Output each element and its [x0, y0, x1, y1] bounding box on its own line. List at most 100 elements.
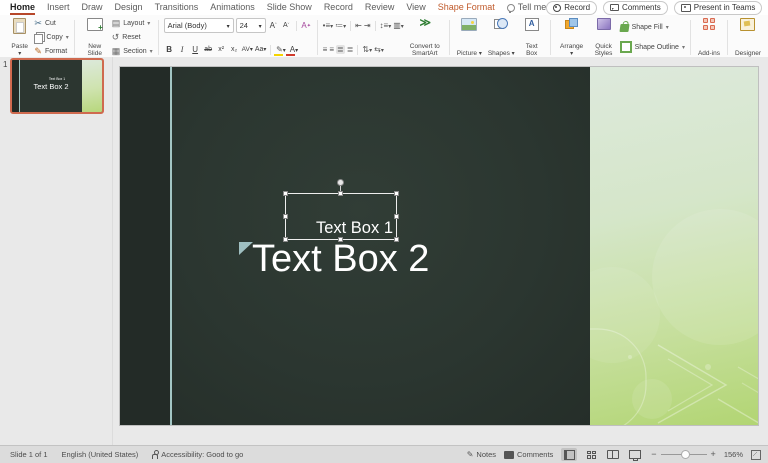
columns-button[interactable]: ▥ [393, 21, 404, 30]
layout-button[interactable]: ▤ Layout [112, 18, 153, 29]
tab-review[interactable]: Review [365, 0, 395, 15]
record-label: Record [564, 3, 590, 12]
change-case-button[interactable]: Aa [255, 44, 267, 56]
shapes-button[interactable]: Shapes [486, 17, 517, 58]
present-in-teams-button[interactable]: Present in Teams [674, 1, 763, 15]
resize-handle-se[interactable] [394, 237, 399, 242]
strikethrough-button[interactable]: ab [203, 44, 214, 56]
textbox-1-selection[interactable]: Text Box 1 [285, 193, 397, 240]
highlight-color-swatch [274, 54, 283, 56]
paste-button[interactable]: Paste [7, 17, 32, 58]
zoom-out-button[interactable]: − [651, 450, 656, 459]
reading-view-button[interactable] [605, 448, 621, 461]
textbox-2[interactable]: Text Box 2 [252, 238, 429, 281]
tab-design[interactable]: Design [115, 0, 143, 15]
resize-handle-n[interactable] [338, 191, 343, 196]
tab-slide-show[interactable]: Slide Show [267, 0, 312, 15]
highlight-color-button[interactable]: ✎ [275, 44, 286, 56]
numbering-button[interactable]: ≔ [335, 21, 346, 30]
slide-sorter-view-button[interactable] [583, 448, 599, 461]
section-button[interactable]: ▦ Section [112, 46, 153, 57]
notes-icon: ✎ [467, 451, 474, 459]
group-divider [550, 20, 551, 55]
tab-shape-format[interactable]: Shape Format [438, 0, 495, 15]
picture-button[interactable]: Picture [455, 17, 484, 58]
zoom-slider-knob[interactable] [681, 450, 690, 459]
line-spacing-button[interactable]: ↕≡ [380, 21, 392, 30]
font-size-select[interactable]: 24 [236, 18, 266, 33]
superscript-button[interactable]: x² [216, 44, 227, 56]
format-painter-button[interactable]: ✎ Format [34, 46, 68, 57]
cut-button[interactable]: ✂ Cut [34, 18, 68, 29]
shrink-font-button[interactable]: Aˇ [281, 20, 292, 32]
align-center-button[interactable]: ≡ [329, 45, 334, 54]
normal-view-button[interactable] [561, 448, 577, 461]
italic-button[interactable]: I [177, 44, 188, 56]
quick-styles-button[interactable]: Quick Styles [590, 17, 618, 58]
tab-view[interactable]: View [406, 0, 425, 15]
resize-handle-nw[interactable] [283, 191, 288, 196]
align-left-button[interactable]: ≡ [323, 45, 328, 54]
decrease-indent-button[interactable]: ⇤ [355, 21, 362, 30]
slide-show-icon [629, 450, 641, 459]
zoom-in-button[interactable]: + [711, 450, 716, 459]
convert-to-smartart-button[interactable]: ≫ Convert to SmartArt [406, 17, 444, 58]
shape-fill-button[interactable]: Shape Fill [620, 22, 685, 33]
bold-button[interactable]: B [164, 44, 175, 56]
clipboard-group: Paste ✂ Cut Copy ✎ Format [4, 17, 72, 58]
resize-handle-sw[interactable] [283, 237, 288, 242]
notes-button[interactable]: ✎ Notes [467, 450, 496, 459]
tab-home[interactable]: Home [10, 0, 35, 15]
subscript-button[interactable]: x₂ [229, 44, 240, 56]
copy-button[interactable]: Copy [34, 32, 68, 43]
zoom-percentage[interactable]: 156% [724, 450, 743, 459]
align-right-button[interactable]: ≣ [336, 45, 345, 54]
add-ins-button[interactable]: Add-ins [696, 17, 722, 58]
increase-indent-button[interactable]: ⇥ [364, 21, 371, 30]
textbox-1-text[interactable]: Text Box 1 [316, 219, 393, 238]
add-ins-icon [703, 18, 715, 30]
language-selector[interactable]: English (United States) [62, 450, 139, 459]
slide-show-button[interactable] [627, 448, 643, 461]
designer-button[interactable]: Designer [733, 17, 763, 58]
record-button[interactable]: Record [546, 1, 597, 15]
zoom-slider[interactable] [661, 454, 707, 455]
thumb-left-band [12, 60, 19, 112]
slide[interactable]: Text Box 2 Text Box 1 [120, 67, 758, 425]
tab-draw[interactable]: Draw [82, 0, 103, 15]
justify-button[interactable]: ≣ [347, 45, 354, 54]
resize-handle-ne[interactable] [394, 191, 399, 196]
comments-panel-button[interactable]: Comments [504, 450, 553, 459]
tab-transitions[interactable]: Transitions [155, 0, 199, 15]
new-slide-button[interactable]: New Slide [80, 17, 110, 58]
tab-insert[interactable]: Insert [47, 0, 70, 15]
clear-formatting-button[interactable]: A✦ [301, 20, 312, 32]
resize-handle-s[interactable] [338, 237, 343, 242]
rotation-handle[interactable] [337, 179, 344, 186]
character-spacing-button[interactable]: AV [242, 44, 253, 56]
tab-animations[interactable]: Animations [210, 0, 255, 15]
reset-button[interactable]: ↺ Reset [112, 32, 153, 43]
resize-handle-w[interactable] [283, 214, 288, 219]
text-box-button[interactable]: A Text Box [519, 17, 545, 58]
comments-button[interactable]: Comments [603, 1, 668, 15]
bullets-button[interactable]: •≡ [323, 21, 333, 30]
underline-button[interactable]: U [190, 44, 201, 56]
font-name-select[interactable]: Arial (Body) [164, 18, 234, 33]
tab-record[interactable]: Record [324, 0, 353, 15]
arrange-button[interactable]: Arrange [556, 17, 588, 58]
shape-outline-button[interactable]: Shape Outline [620, 42, 685, 53]
group-divider [74, 20, 75, 55]
accessibility-status[interactable]: Accessibility: Good to go [152, 450, 243, 459]
chevron-down-icon [682, 44, 685, 51]
tab-tell-me[interactable]: Tell me [507, 0, 547, 15]
thumb-textbox1: Text Box 1 [36, 77, 78, 81]
grow-font-button[interactable]: Aˆ [268, 20, 279, 32]
font-color-button[interactable]: A [288, 44, 299, 56]
text-direction-button[interactable]: ⇅ [362, 45, 372, 54]
align-text-button[interactable]: ⇆ [374, 45, 384, 54]
slide-thumbnail[interactable]: Text Box 1 Text Box 2 [10, 58, 104, 114]
fit-slide-to-window-icon[interactable] [751, 450, 761, 460]
resize-handle-e[interactable] [394, 214, 399, 219]
change-case-label: Aa [255, 46, 264, 53]
